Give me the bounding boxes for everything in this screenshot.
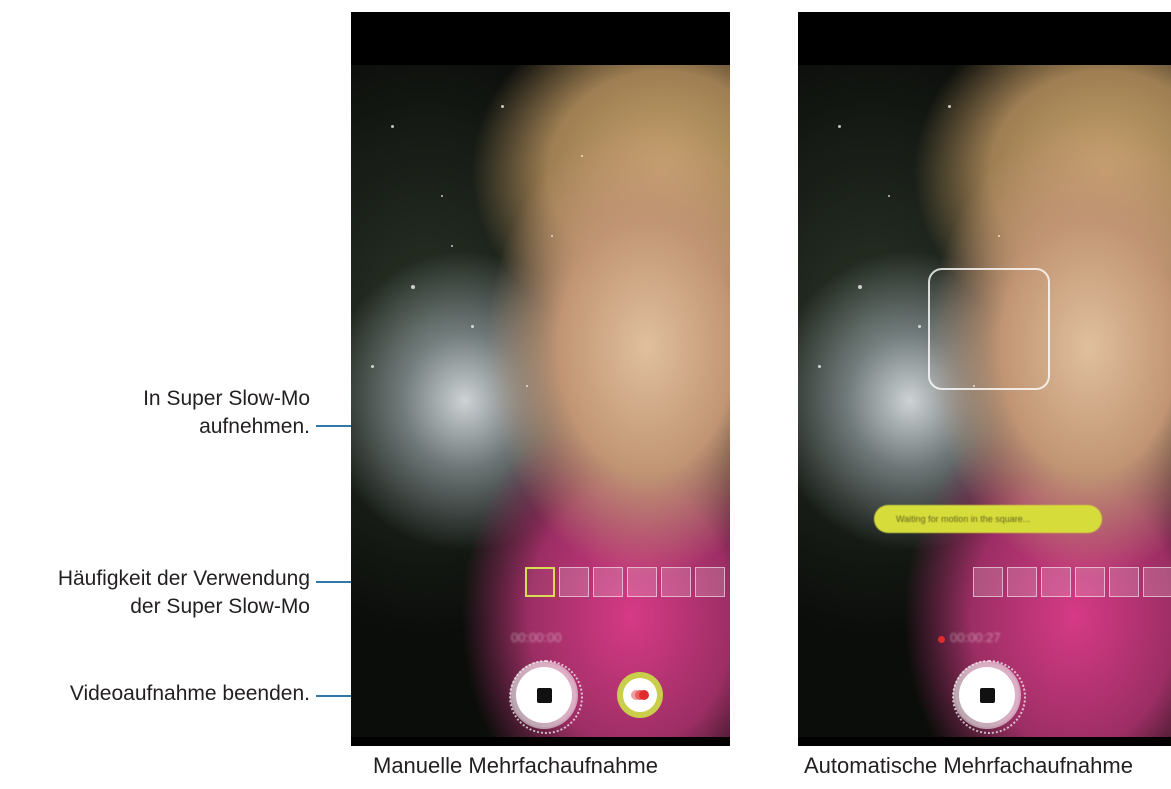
status-bar (351, 12, 730, 65)
usage-frame (1143, 567, 1171, 597)
caption-manual: Manuelle Mehrfachaufnahme (373, 753, 658, 778)
label-line: Häufigkeit der Verwendung (57, 567, 310, 590)
usage-frame (627, 567, 657, 597)
phone-screen-automatic: Waiting for motion in the square... 00:0… (798, 12, 1171, 746)
label-line: aufnehmen. (199, 415, 310, 438)
motion-detection-box[interactable] (928, 268, 1050, 390)
slowmo-dot (639, 690, 649, 700)
usage-frame (525, 567, 555, 597)
usage-frame (695, 567, 725, 597)
usage-frame (593, 567, 623, 597)
recording-timer: 00:00:27 (950, 630, 1001, 645)
label-stop-recording: Videoaufnahme beenden. (69, 682, 310, 705)
slowmo-dots-icon (623, 678, 657, 712)
recording-indicator (938, 636, 945, 643)
recording-timer: 00:00:00 (511, 630, 562, 645)
usage-frame (661, 567, 691, 597)
usage-frame (1007, 567, 1037, 597)
usage-frame (1041, 567, 1071, 597)
navigation-bar (798, 737, 1171, 746)
usage-frame (559, 567, 589, 597)
usage-frame (1109, 567, 1139, 597)
label-slowmo-record: In Super Slow-Mo aufnehmen. (60, 385, 310, 441)
usage-frame (1075, 567, 1105, 597)
super-slowmo-button[interactable] (617, 672, 663, 718)
label-line: der Super Slow-Mo (130, 595, 310, 618)
stop-recording-button[interactable] (516, 667, 572, 723)
phone-screen-manual: 00:00:00 (351, 12, 730, 746)
stop-recording-button[interactable] (959, 667, 1015, 723)
stop-square-icon (536, 687, 552, 703)
caption-automatic: Automatische Mehrfachaufnahme (804, 753, 1133, 778)
motion-waiting-toast: Waiting for motion in the square... (874, 505, 1102, 533)
slowmo-usage-frames (973, 567, 1171, 597)
slowmo-usage-frames (525, 567, 725, 597)
status-bar (798, 12, 1171, 65)
navigation-bar (351, 737, 730, 746)
usage-frame (973, 567, 1003, 597)
label-line: In Super Slow-Mo (143, 387, 310, 410)
label-usage-frequency: Häufigkeit der Verwendung der Super Slow… (0, 565, 310, 621)
stop-square-icon (979, 687, 995, 703)
